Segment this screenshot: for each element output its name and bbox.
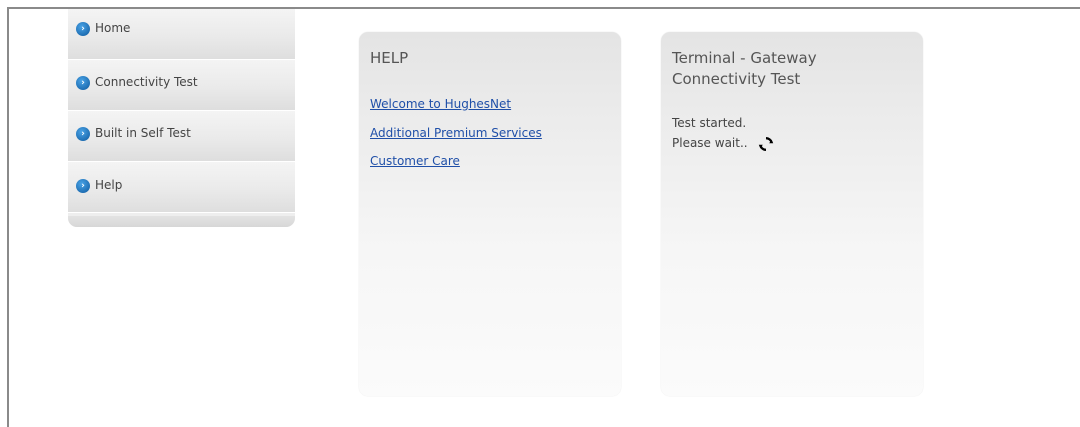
help-panel-title: HELP bbox=[370, 49, 409, 67]
sidebar-item-home[interactable]: › Home bbox=[68, 9, 295, 60]
sidebar-item-built-in-self-test[interactable]: › Built in Self Test bbox=[68, 111, 295, 162]
customer-care-link[interactable]: Customer Care bbox=[370, 154, 460, 168]
test-panel-title-line1: Terminal - Gateway bbox=[672, 49, 817, 67]
sidebar-item-label: Connectivity Test bbox=[95, 75, 198, 89]
sidebar-item-label: Help bbox=[95, 178, 123, 192]
chevron-right-circle-icon: › bbox=[76, 22, 90, 36]
test-panel-title: Terminal - Gateway Connectivity Test bbox=[672, 48, 817, 90]
welcome-link[interactable]: Welcome to HughesNet bbox=[370, 97, 511, 111]
sidebar-item-help[interactable]: › Help bbox=[68, 162, 295, 213]
chevron-right-circle-icon: › bbox=[76, 179, 90, 193]
content-frame: › Home › Connectivity Test › Built in Se… bbox=[7, 7, 1080, 427]
sidebar-footer bbox=[68, 216, 295, 227]
premium-services-link[interactable]: Additional Premium Services bbox=[370, 126, 542, 140]
sidebar-item-label: Built in Self Test bbox=[95, 126, 191, 140]
status-text-started: Test started. bbox=[672, 116, 747, 130]
sidebar-item-label: Home bbox=[95, 21, 131, 35]
status-text-wait: Please wait.. bbox=[672, 136, 748, 150]
connectivity-test-panel: Terminal - Gateway Connectivity Test Tes… bbox=[661, 32, 923, 396]
test-panel-title-line2: Connectivity Test bbox=[672, 70, 801, 88]
sidebar-nav: › Home › Connectivity Test › Built in Se… bbox=[68, 9, 295, 227]
help-panel: HELP Welcome to HughesNet Additional Pre… bbox=[359, 32, 621, 396]
chevron-right-circle-icon: › bbox=[76, 127, 90, 141]
refresh-spinner-icon bbox=[758, 137, 774, 151]
chevron-right-circle-icon: › bbox=[76, 76, 90, 90]
sidebar-item-connectivity-test[interactable]: › Connectivity Test bbox=[68, 60, 295, 111]
